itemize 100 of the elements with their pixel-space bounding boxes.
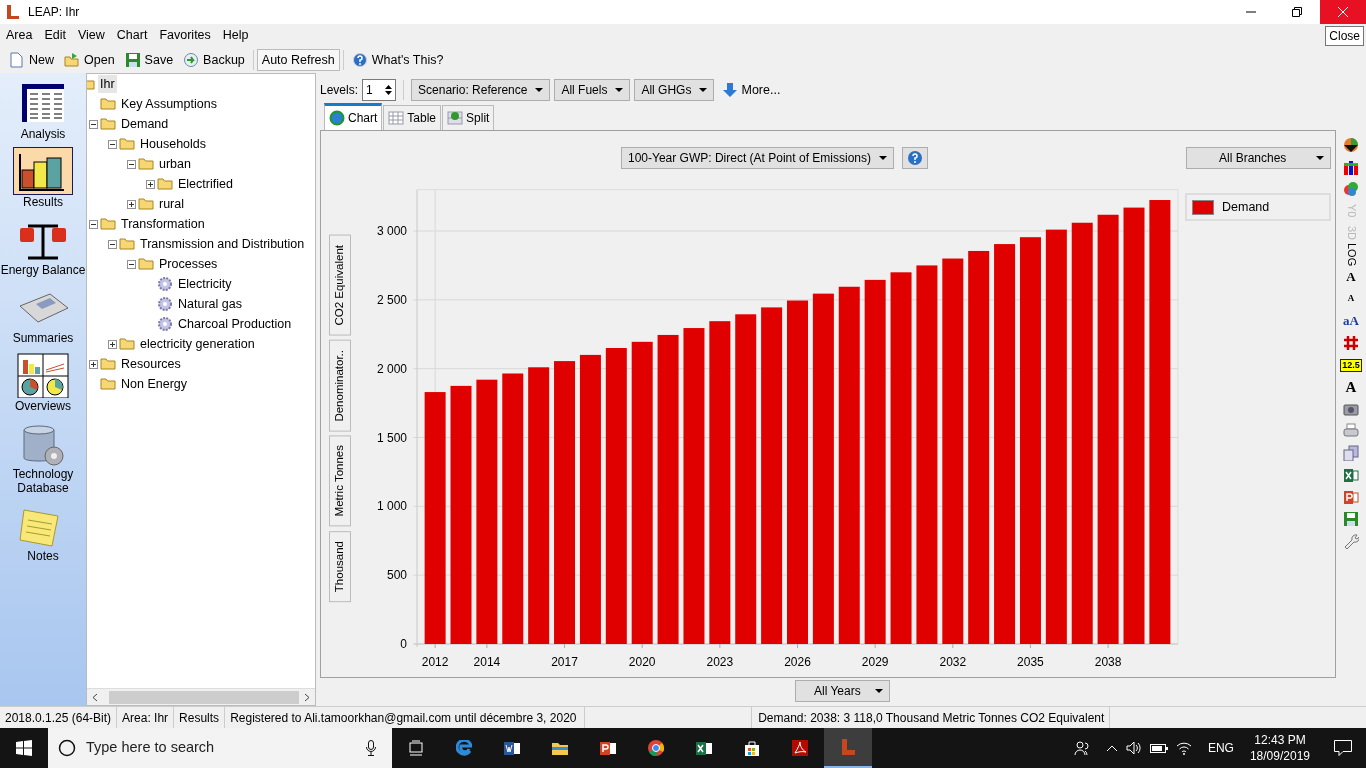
font-button[interactable]: A	[1346, 267, 1356, 287]
levels-field[interactable]: 1	[362, 79, 397, 101]
toolbar-button[interactable]: Backup	[178, 48, 250, 72]
tree-item[interactable]: Non Energy	[119, 374, 189, 394]
tree-item[interactable]: Transformation	[119, 214, 207, 234]
tree-item[interactable]: Processes	[157, 254, 220, 274]
language-indicator[interactable]: ENG	[1207, 739, 1234, 757]
font-button[interactable]: A	[1345, 375, 1357, 399]
collapse-icon[interactable]	[108, 239, 117, 249]
dropdown[interactable]: Scenario: Reference	[411, 79, 551, 101]
backup-icon	[183, 52, 200, 68]
speaker-icon[interactable]	[1125, 740, 1142, 756]
clock-date[interactable]: 18/09/2019	[1249, 748, 1310, 764]
more-button[interactable]: More...	[718, 78, 786, 102]
tree-item[interactable]: rural	[157, 194, 186, 214]
years-dropdown[interactable]: All Years	[795, 680, 890, 702]
menu-item[interactable]: Edit	[38, 26, 72, 45]
tree-item[interactable]: Households	[138, 134, 208, 154]
gear-icon	[157, 296, 173, 312]
collapse-icon[interactable]	[127, 259, 136, 269]
expand-icon[interactable]	[89, 359, 98, 369]
menu-item[interactable]: Favorites	[153, 26, 217, 45]
tab[interactable]: Table	[383, 105, 442, 130]
tab[interactable]: Chart	[324, 103, 383, 130]
menu-item[interactable]: Chart	[110, 26, 154, 45]
pie-chart-icon[interactable]	[1343, 137, 1359, 153]
clock-time[interactable]: 12:43 PM	[1254, 732, 1306, 748]
camera-icon[interactable]	[1343, 401, 1359, 417]
font-button[interactable]: aA	[1343, 311, 1359, 331]
chevron-up-icon[interactable]	[1105, 744, 1118, 752]
e-logo-icon	[456, 740, 472, 756]
tree-item[interactable]: Resources	[119, 354, 183, 374]
tree-item[interactable]: urban	[157, 154, 193, 174]
presentation-icon[interactable]	[1343, 489, 1359, 505]
axis-unit-button[interactable]: CO2 Equivalent	[329, 235, 351, 336]
toolbar-button[interactable]: Open	[59, 48, 120, 72]
window-title: LEAP: Ihr	[28, 4, 81, 21]
shapes-icon[interactable]	[1343, 181, 1359, 197]
toolbar-button[interactable]: Save	[119, 48, 179, 72]
microphone-icon	[366, 740, 376, 756]
printer-icon[interactable]	[1343, 423, 1359, 439]
levels-label: Levels:	[320, 82, 359, 99]
hash-grid-icon[interactable]	[1343, 335, 1359, 351]
view-button[interactable]: Summaries	[0, 283, 86, 345]
chart-option-toggle[interactable]: LOG	[1345, 243, 1357, 267]
wifi-icon[interactable]	[1175, 741, 1192, 755]
scrollbar-thumb[interactable]	[109, 690, 299, 704]
menu-item[interactable]: View	[71, 26, 111, 45]
gwp-dropdown[interactable]: 100-Year GWP: Direct (At Point of Emissions)	[621, 147, 894, 169]
search-field[interactable]: Type here to search	[48, 728, 392, 768]
data-labels-button[interactable]: 12.5	[1340, 358, 1362, 372]
tab[interactable]: Split	[442, 105, 495, 130]
collapse-icon[interactable]	[89, 219, 98, 229]
view-button[interactable]: Analysis	[0, 79, 86, 141]
dropdown[interactable]: All GHGs	[634, 79, 715, 101]
battery-icon[interactable]	[1149, 742, 1168, 754]
bar-chart-icon[interactable]	[1343, 159, 1359, 175]
tree-item[interactable]: Key Assumptions	[119, 94, 219, 114]
tree-item[interactable]: Demand	[119, 114, 171, 134]
open-folder-icon	[64, 52, 80, 68]
toolbar-button[interactable]: What's This?	[346, 48, 449, 72]
view-button[interactable]: Energy Balance	[0, 215, 86, 277]
y-tick-label: 1 500	[376, 430, 407, 445]
people-icon[interactable]	[1073, 740, 1090, 756]
notification-icon[interactable]	[1334, 740, 1352, 756]
tree-item[interactable]: Electrified	[176, 174, 235, 194]
auto-refresh-button[interactable]: Auto Refresh	[256, 48, 340, 72]
tree-item[interactable]: Transmission and Distribution	[138, 234, 307, 254]
font-button[interactable]: A	[1347, 292, 1355, 306]
branches-dropdown[interactable]: All Branches	[1186, 147, 1331, 169]
collapse-icon[interactable]	[89, 119, 98, 129]
tree-item[interactable]: Electricity	[176, 274, 234, 294]
spreadsheet-icon[interactable]	[1343, 467, 1359, 483]
presentation-icon	[600, 740, 616, 756]
spinner-arrows-icon[interactable]	[385, 84, 393, 96]
tree-item[interactable]: Ihr	[98, 74, 117, 94]
collapse-icon[interactable]	[127, 159, 136, 169]
wrench-icon[interactable]	[1343, 533, 1359, 549]
expand-icon[interactable]	[127, 199, 136, 209]
dropdown[interactable]: All Fuels	[554, 79, 631, 101]
expand-icon[interactable]	[108, 339, 117, 349]
axis-unit-button[interactable]: Thousand	[329, 530, 351, 602]
tree-item[interactable]: electricity generation	[138, 334, 257, 354]
view-button[interactable]: Overviews	[0, 351, 86, 413]
collapse-icon[interactable]	[108, 139, 117, 149]
tree-item[interactable]: Charcoal Production	[176, 314, 294, 334]
menu-item[interactable]: Help	[216, 26, 255, 45]
toolbar-button[interactable]: New	[4, 48, 59, 72]
axis-unit-button[interactable]: Denominator..	[329, 339, 351, 432]
view-button[interactable]: Notes	[0, 501, 86, 563]
legend-label: Demand	[1222, 198, 1270, 216]
tree-item[interactable]: Natural gas	[176, 294, 244, 314]
view-button[interactable]: Technology Database	[0, 419, 86, 495]
expand-icon[interactable]	[146, 179, 155, 189]
legend-item[interactable]: Demand	[1185, 193, 1331, 221]
axis-unit-button[interactable]: Metric Tonnes	[329, 435, 351, 527]
spreadsheet-icon	[696, 740, 712, 756]
menu-item[interactable]: Area	[0, 26, 39, 45]
copy-icon[interactable]	[1343, 445, 1359, 461]
help-button[interactable]	[902, 147, 928, 169]
